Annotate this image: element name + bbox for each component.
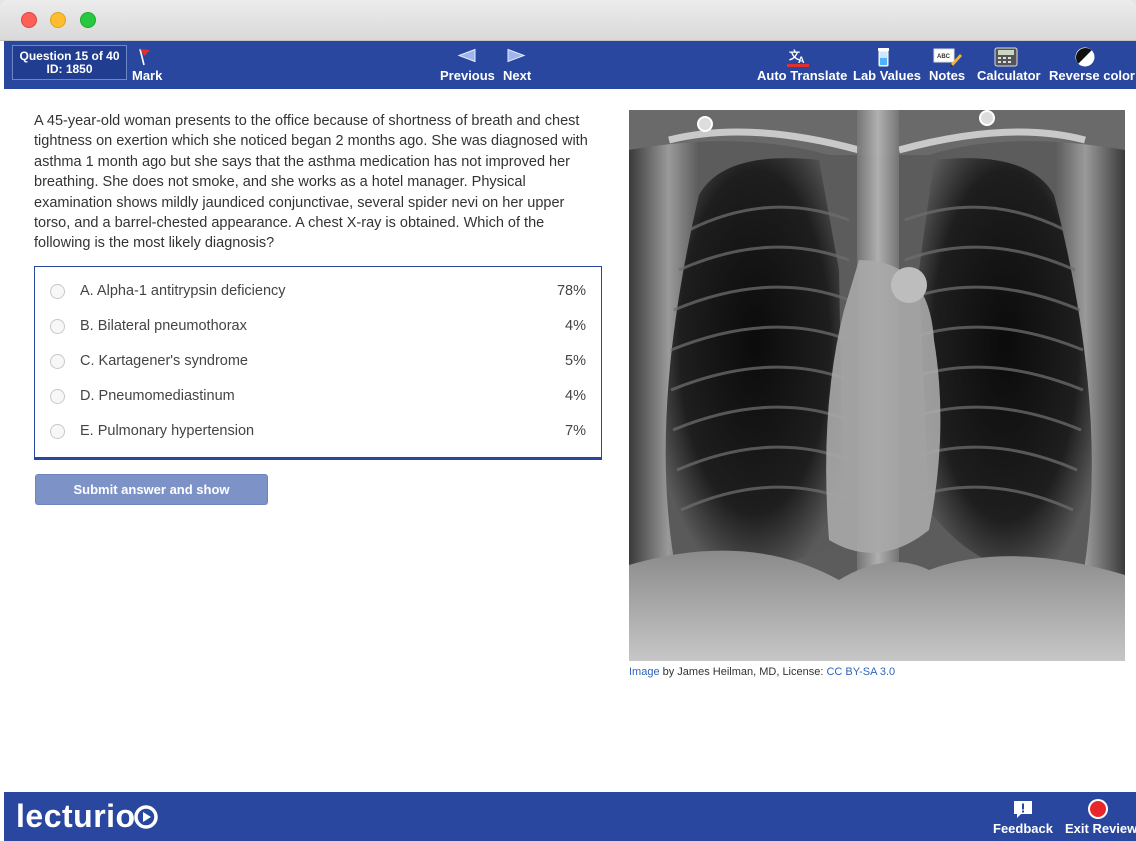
image-caption: Image by James Heilman, MD, License: CC …	[629, 666, 895, 678]
auto-translate-button[interactable]: 文 A Auto Translate	[757, 45, 847, 83]
answer-option-c[interactable]: C. Kartagener's syndrome 5%	[35, 344, 601, 379]
close-window-button[interactable]	[21, 12, 37, 28]
question-id: ID: 1850	[46, 62, 93, 76]
calculator-button[interactable]: Calculator	[977, 45, 1041, 83]
answer-option-e[interactable]: E. Pulmonary hypertension 7%	[35, 414, 601, 449]
top-toolbar: Question 15 of 40 ID: 1850 Mark Previous	[4, 41, 1136, 89]
reverse-color-button[interactable]: Reverse color	[1049, 45, 1135, 83]
answer-label: E. Pulmonary hypertension	[80, 423, 255, 439]
radio-button[interactable]	[50, 389, 65, 404]
reverse-color-label: Reverse color	[1049, 68, 1135, 83]
lab-values-label: Lab Values	[853, 68, 921, 83]
previous-button[interactable]: Previous	[440, 45, 495, 83]
stop-icon	[1065, 799, 1136, 821]
calculator-icon	[977, 45, 1041, 69]
radio-button[interactable]	[50, 284, 65, 299]
notes-icon: ABC	[929, 45, 965, 69]
answer-percent: 4%	[565, 388, 586, 404]
calculator-label: Calculator	[977, 68, 1041, 83]
answer-percent: 7%	[565, 423, 586, 439]
next-button[interactable]: Next	[503, 45, 531, 83]
footer-bar: lecturio Feedback Exit Review	[4, 792, 1136, 841]
app-window: Question 15 of 40 ID: 1850 Mark Previous	[0, 0, 1136, 841]
answer-list: A. Alpha-1 antitrypsin deficiency 78% B.…	[34, 266, 602, 460]
license-link[interactable]: CC BY-SA 3.0	[826, 666, 895, 678]
question-info-box: Question 15 of 40 ID: 1850	[12, 45, 127, 80]
answer-label: D. Pneumomediastinum	[80, 388, 235, 404]
radio-button[interactable]	[50, 319, 65, 334]
mark-label: Mark	[132, 68, 163, 83]
caption-author: by James Heilman, MD, License:	[659, 666, 827, 678]
radio-button[interactable]	[50, 354, 65, 369]
answer-option-a[interactable]: A. Alpha-1 antitrypsin deficiency 78%	[35, 274, 601, 309]
minimize-window-button[interactable]	[50, 12, 66, 28]
flag-icon	[132, 45, 162, 69]
answer-percent: 78%	[556, 283, 586, 299]
answer-label: B. Bilateral pneumothorax	[80, 318, 247, 334]
flask-icon	[853, 45, 921, 69]
answer-label: C. Kartagener's syndrome	[80, 353, 248, 369]
answer-percent: 5%	[565, 353, 586, 369]
exit-review-button[interactable]: Exit Review	[1065, 799, 1136, 836]
radio-button[interactable]	[50, 424, 65, 439]
image-source-link[interactable]: Image	[629, 666, 660, 678]
notes-label: Notes	[929, 68, 966, 83]
chest-xray-image[interactable]	[629, 110, 1125, 661]
answer-label: A. Alpha-1 antitrypsin deficiency	[80, 283, 286, 299]
auto-translate-label: Auto Translate	[757, 68, 848, 83]
svg-text:ABC: ABC	[937, 54, 951, 60]
answer-option-b[interactable]: B. Bilateral pneumothorax 4%	[35, 309, 601, 344]
mark-button[interactable]: Mark	[132, 45, 162, 83]
zoom-window-button[interactable]	[80, 12, 96, 28]
question-stem: A 45-year-old woman presents to the offi…	[34, 113, 588, 252]
window-titlebar	[0, 0, 1136, 41]
feedback-button[interactable]: Feedback	[993, 799, 1053, 836]
arrow-left-icon	[440, 45, 495, 69]
feedback-icon	[993, 799, 1053, 821]
notes-button[interactable]: ABC Notes	[929, 45, 965, 83]
feedback-label: Feedback	[993, 821, 1053, 836]
answer-option-d[interactable]: D. Pneumomediastinum 4%	[35, 379, 601, 414]
submit-answer-button[interactable]: Submit answer and show explanation	[35, 474, 268, 526]
svg-text:A: A	[798, 55, 805, 65]
lecturio-logo: lecturio	[16, 798, 166, 839]
previous-label: Previous	[440, 68, 495, 83]
contrast-icon	[1049, 45, 1135, 69]
next-label: Next	[503, 68, 532, 83]
exit-review-label: Exit Review	[1065, 821, 1136, 836]
answer-percent: 4%	[565, 318, 586, 334]
logo-text: lecturio	[16, 800, 136, 834]
lab-values-button[interactable]: Lab Values	[853, 45, 921, 83]
translate-icon: 文 A	[757, 45, 847, 69]
arrow-right-icon	[503, 45, 531, 69]
